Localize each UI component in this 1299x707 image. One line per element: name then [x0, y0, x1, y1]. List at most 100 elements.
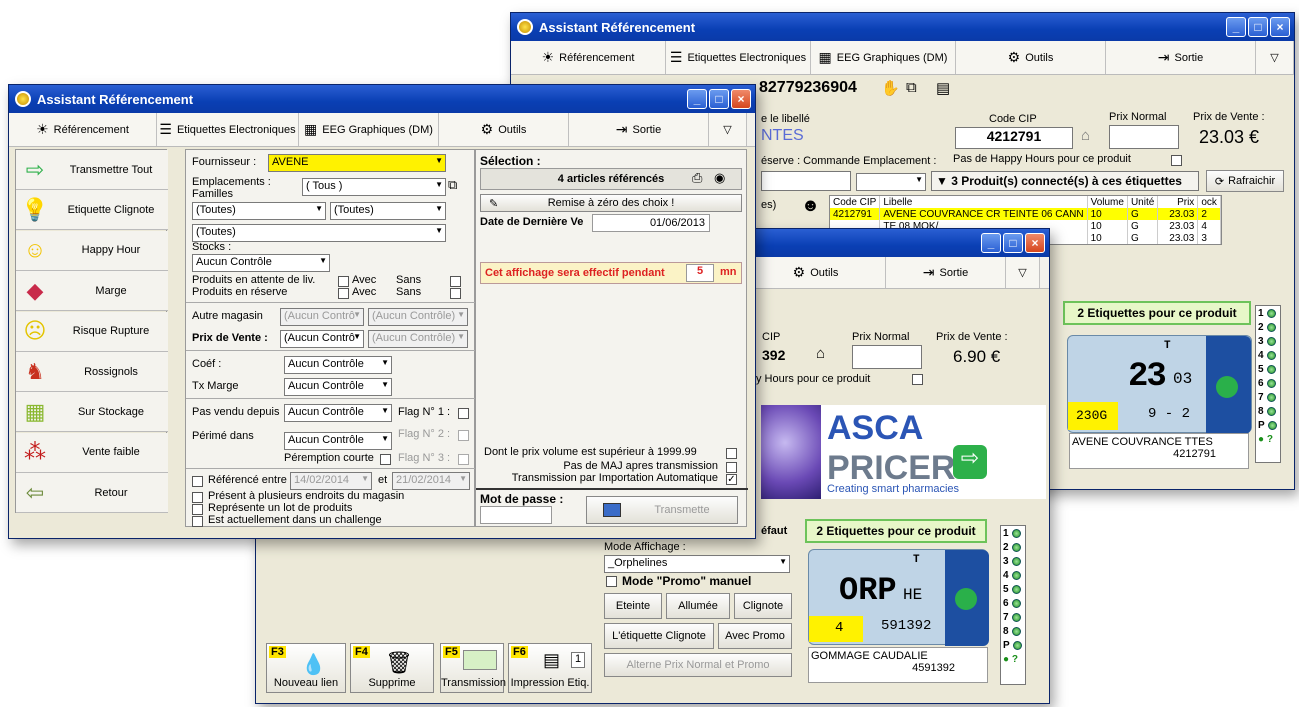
clignote-button[interactable]: Clignote — [734, 593, 792, 619]
led-row[interactable]: 3 — [1001, 554, 1025, 568]
famille3-select[interactable]: (Toutes) — [192, 224, 446, 242]
led-row[interactable]: 8 — [1001, 624, 1025, 638]
led-row[interactable]: 5 — [1256, 362, 1280, 376]
eye-icon[interactable]: ◉ — [714, 170, 725, 186]
attente-sans-checkbox[interactable] — [450, 276, 461, 287]
tab-eeg[interactable]: ▦ EEG Graphiques (DM) — [811, 41, 956, 74]
alterne-button[interactable]: Alterne Prix Normal et Promo — [604, 653, 792, 677]
autre-magasin-select1[interactable]: (Aucun Contrô — [280, 308, 364, 326]
date-derniere-field[interactable]: 01/06/2013 — [592, 214, 710, 232]
txmarge-select[interactable]: Aucun Contrôle — [284, 378, 392, 396]
refresh-button[interactable]: ⟳ Rafraichir — [1206, 170, 1284, 192]
challenge-checkbox[interactable] — [192, 516, 203, 527]
dropdown-button[interactable]: ▽ — [709, 113, 747, 146]
transmettre-button[interactable]: Transmette — [586, 496, 738, 524]
col-libelle[interactable]: Libelle — [879, 196, 1088, 208]
happy-checkbox[interactable] — [912, 374, 923, 385]
led-row[interactable]: 4 — [1001, 568, 1025, 582]
tab-etiquettes[interactable]: ☰ Etiquettes Electroniques — [157, 113, 299, 146]
tab-etiquettes[interactable]: ☰ Etiquettes Electroniques — [666, 41, 811, 74]
coef-select[interactable]: Aucun Contrôle — [284, 356, 392, 374]
sidebar-item-4[interactable]: ◆ Marge — [16, 271, 168, 312]
restore-button[interactable]: × — [1270, 17, 1290, 37]
eteinte-button[interactable]: Eteinte — [604, 593, 662, 619]
date-to-field[interactable]: 21/02/2014 — [392, 472, 470, 490]
minimize-button[interactable]: _ — [1226, 17, 1246, 37]
col-volume[interactable]: Volume — [1087, 196, 1128, 208]
mode-promo-checkbox[interactable] — [606, 576, 617, 587]
avec-promo-button[interactable]: Avec Promo — [718, 623, 792, 649]
help-icon[interactable]: ● ? — [1001, 652, 1025, 666]
lightbulb-icon[interactable]: ☻ — [801, 195, 820, 216]
sidebar-item-9[interactable]: ⇦ Retour — [16, 473, 168, 514]
reference-entre-checkbox[interactable] — [192, 476, 203, 487]
famille2-select[interactable]: (Toutes) — [330, 202, 446, 220]
sidebar-item-3[interactable]: ☺ Happy Hour — [16, 230, 168, 271]
led-row[interactable]: 2 — [1001, 540, 1025, 554]
led-row[interactable]: P — [1001, 638, 1025, 652]
famille1-select[interactable]: (Toutes) — [192, 202, 326, 220]
dropdown-button[interactable]: ▽ — [1006, 257, 1040, 288]
prix-normal-field[interactable] — [852, 345, 922, 369]
tab-eeg[interactable]: ▦ EEG Graphiques (DM) — [299, 113, 439, 146]
dropdown-button[interactable]: ▽ — [1256, 41, 1294, 74]
sidebar-item-1[interactable]: ⇨ Transmettre Tout — [16, 150, 168, 190]
minimize-button[interactable]: _ — [981, 233, 1001, 253]
prix-vente-select1[interactable]: (Aucun Contrô — [280, 330, 364, 348]
sidebar-item-2[interactable]: 💡 Etiquette Clignote — [16, 190, 168, 231]
table-row[interactable]: 4212791 AVENE COUVRANCE CR TEINTE 06 CANN… — [830, 208, 1221, 220]
prix-normal-field[interactable] — [1109, 125, 1179, 149]
tab-outils[interactable]: ⚙ Outils — [956, 41, 1106, 74]
led-row[interactable]: 6 — [1256, 376, 1280, 390]
tab-referencement[interactable]: ☀ Référencement — [9, 113, 157, 146]
affichage-minutes-field[interactable]: 5 — [686, 264, 714, 282]
f3-nouveau-lien-button[interactable]: F3 💧 Nouveau lien — [266, 643, 346, 693]
flag1-checkbox[interactable] — [458, 408, 469, 419]
attente-avec-checkbox[interactable] — [338, 276, 349, 287]
reserve-avec-checkbox[interactable] — [338, 288, 349, 299]
copy-icon[interactable]: ⧉ — [448, 177, 457, 193]
tab-sortie[interactable]: ⇥ Sortie — [1106, 41, 1256, 74]
emplacements-select[interactable]: ( Tous ) — [302, 178, 446, 196]
led-row[interactable]: 6 — [1001, 596, 1025, 610]
led-row[interactable]: 2 — [1256, 320, 1280, 334]
tab-outils[interactable]: ⚙ Outils — [439, 113, 569, 146]
led-row[interactable]: 7 — [1256, 390, 1280, 404]
minimize-button[interactable]: _ — [687, 89, 707, 109]
libelle-value[interactable]: NTES — [761, 127, 804, 145]
reserve-input[interactable] — [761, 171, 851, 191]
col-prix[interactable]: Prix — [1157, 196, 1199, 208]
present-checkbox[interactable] — [192, 492, 203, 503]
tab-sortie[interactable]: ⇥ Sortie — [569, 113, 709, 146]
import-auto-checkbox[interactable]: ✓ — [726, 474, 737, 485]
pas-vendu-select[interactable]: Aucun Contrôle — [284, 404, 392, 422]
col-stock[interactable]: ock — [1197, 196, 1221, 208]
date-from-field[interactable]: 14/02/2014 — [290, 472, 372, 490]
led-row[interactable]: 3 — [1256, 334, 1280, 348]
col-code-cip[interactable]: Code CIP — [830, 196, 881, 208]
code-cip-field[interactable]: 4212791 — [955, 127, 1073, 149]
help-icon[interactable]: ● ? — [1256, 432, 1280, 446]
autre-magasin-select2[interactable]: (Aucun Contrôle) — [368, 308, 468, 326]
happy-hours-checkbox[interactable] — [1171, 155, 1182, 166]
prix-volume-checkbox[interactable] — [726, 448, 737, 459]
mode-affichage-select[interactable]: _Orphelines — [604, 555, 790, 573]
led-row[interactable]: P — [1256, 418, 1280, 432]
prix-vente-select2[interactable]: (Aucun Contrôle) — [368, 330, 468, 348]
allumee-button[interactable]: Allumée — [666, 593, 730, 619]
maximize-button[interactable]: □ — [709, 89, 729, 109]
lot-checkbox[interactable] — [192, 504, 203, 515]
sidebar-item-6[interactable]: ♞ Rossignols — [16, 352, 168, 392]
peremption-checkbox[interactable] — [380, 454, 391, 465]
tag-icon[interactable]: ⌂ — [1081, 127, 1090, 144]
copy-icon[interactable]: ⧉ — [906, 79, 917, 96]
col-unite[interactable]: Unité — [1127, 196, 1159, 208]
close-button[interactable]: × — [731, 89, 751, 109]
f6-impression-button[interactable]: F6 ▤ 1 Impression Etiq. — [508, 643, 592, 693]
etiquette-clignote-button[interactable]: L'étiquette Clignote — [604, 623, 714, 649]
mdp-input[interactable] — [480, 506, 552, 524]
sidebar-item-5[interactable]: ☹ Risque Rupture — [16, 311, 168, 352]
flag3-checkbox[interactable] — [458, 454, 469, 465]
led-row[interactable]: 1 — [1001, 526, 1025, 540]
led-row[interactable]: 8 — [1256, 404, 1280, 418]
